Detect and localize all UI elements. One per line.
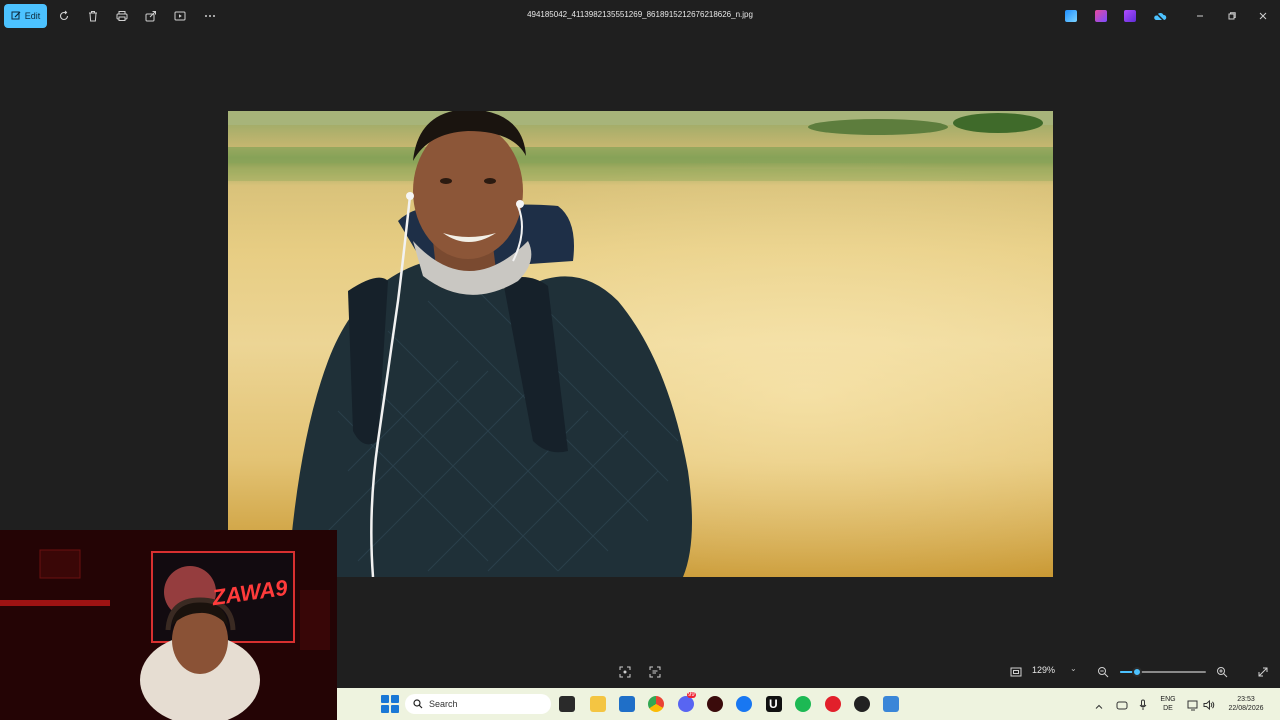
language-top: ENG (1160, 696, 1176, 703)
red-app-icon[interactable] (825, 696, 841, 712)
more-options-icon[interactable] (202, 8, 218, 24)
microsoft-store-icon[interactable] (619, 696, 635, 712)
top-toolbar: Edit 494185042_4113982135551269_86189152… (0, 0, 1280, 32)
webcam-overlay: ZAWA9 (0, 530, 337, 720)
show-hidden-icons-chevron[interactable] (1094, 699, 1104, 709)
zoom-out-icon[interactable] (1095, 664, 1111, 680)
print-icon[interactable] (114, 8, 130, 24)
clipchamp-icon[interactable] (1124, 10, 1136, 22)
zoom-dropdown[interactable]: 129% ⌄ (1032, 664, 1077, 675)
media-player-icon[interactable] (707, 696, 723, 712)
discord-icon[interactable]: 99 (678, 692, 696, 712)
fit-to-window-icon[interactable] (617, 664, 633, 680)
rotate-icon[interactable] (56, 8, 72, 24)
chevron-down-icon: ⌄ (1070, 664, 1077, 673)
task-view-icon[interactable] (559, 696, 575, 712)
close-icon[interactable] (1255, 8, 1271, 24)
edit-label: Edit (24, 11, 41, 21)
photo-image (228, 111, 1053, 577)
minimize-icon[interactable] (1192, 8, 1208, 24)
photos-app-icon[interactable] (883, 696, 899, 712)
full-screen-icon[interactable] (1255, 664, 1271, 680)
slideshow-icon[interactable] (172, 8, 188, 24)
taskbar-search-box[interactable]: Search (405, 694, 551, 714)
language-indicator[interactable]: ENG DE (1156, 695, 1180, 713)
visual-search-icon[interactable] (647, 664, 663, 680)
chrome-icon[interactable] (648, 696, 664, 712)
language-bottom: DE (1163, 705, 1173, 712)
spotify-icon[interactable] (795, 696, 811, 712)
designer-icon[interactable] (1095, 10, 1107, 22)
obs-icon[interactable] (854, 696, 870, 712)
copilot-tray-icon[interactable] (1116, 698, 1128, 710)
restore-icon[interactable] (1224, 8, 1240, 24)
file-explorer-icon[interactable] (590, 696, 606, 712)
clock[interactable]: 23:53 22/08/2026 (1222, 695, 1270, 713)
volume-icon[interactable] (1203, 698, 1215, 711)
onedrive-offline-icon[interactable] (1153, 10, 1167, 23)
clock-time: 23:53 (1237, 696, 1255, 703)
actual-size-icon[interactable] (1008, 664, 1024, 680)
ubisoft-u-icon[interactable]: U (766, 696, 782, 712)
facebook-icon[interactable] (736, 696, 752, 712)
clock-date: 22/08/2026 (1228, 705, 1264, 712)
photo-canvas[interactable] (228, 111, 1053, 577)
discord-badge: 99 (687, 692, 696, 698)
search-icon (413, 699, 423, 709)
zoom-value: 129% (1032, 665, 1056, 675)
zoom-slider[interactable] (1120, 667, 1206, 677)
share-icon[interactable] (143, 8, 159, 24)
image-editor-icon[interactable] (1065, 10, 1077, 22)
search-placeholder: Search (429, 699, 458, 709)
file-name-title: 494185042_4113982135551269_8618915212676… (527, 10, 753, 19)
microphone-icon[interactable] (1137, 698, 1149, 710)
zoom-in-icon[interactable] (1214, 664, 1230, 680)
u-glyph-icon: U (769, 697, 778, 711)
windows-start-icon[interactable] (381, 695, 399, 713)
delete-icon[interactable] (85, 8, 101, 24)
edit-button[interactable]: Edit (4, 4, 47, 28)
edit-icon (11, 11, 21, 20)
network-icon[interactable] (1187, 698, 1199, 711)
webcam-feed (0, 530, 337, 720)
